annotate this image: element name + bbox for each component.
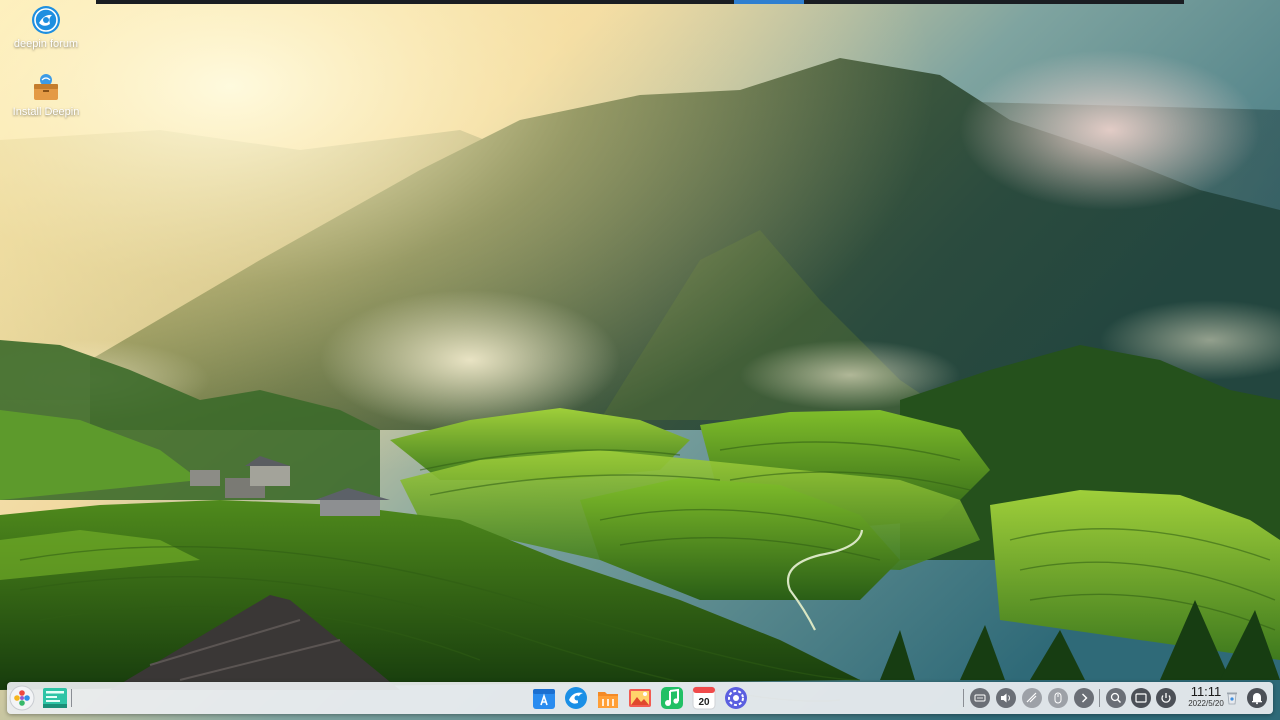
multitasking-view-button[interactable] <box>42 685 68 711</box>
network-icon <box>1022 688 1042 708</box>
deepin-forum-icon <box>32 6 60 34</box>
browser-icon <box>565 687 587 709</box>
tray-keyboard[interactable] <box>970 688 990 708</box>
file-manager-icon <box>598 692 618 708</box>
dock-control-center[interactable] <box>723 685 749 711</box>
expand-tray-icon <box>1074 688 1094 708</box>
tray-expand[interactable] <box>1074 688 1094 708</box>
app-store-icon <box>533 689 555 709</box>
dock-separator <box>1099 689 1100 707</box>
dock-separator <box>71 689 72 707</box>
launcher-button[interactable] <box>9 685 35 711</box>
tray-trash[interactable] <box>1222 688 1242 708</box>
dock-app-store[interactable] <box>531 685 557 711</box>
dock-browser[interactable] <box>563 685 589 711</box>
tray-mouse[interactable] <box>1048 688 1068 708</box>
volume-icon <box>996 688 1016 708</box>
desktop: deepin forum Install Deepin 20 11:11 202… <box>0 0 1280 720</box>
tray-power[interactable] <box>1156 688 1176 708</box>
tray-search[interactable] <box>1106 688 1126 708</box>
notification-icon <box>1247 688 1267 708</box>
dock: 20 11:11 2022/5/20 <box>7 682 1273 714</box>
tray-notifications[interactable] <box>1247 688 1267 708</box>
desktop-wallpaper <box>0 0 1280 720</box>
music-icon <box>661 687 683 709</box>
show-desktop-icon <box>1131 688 1151 708</box>
top-panel-active-indicator <box>734 0 804 4</box>
calendar-day: 20 <box>698 697 710 708</box>
tray-network[interactable] <box>1022 688 1042 708</box>
keyboard-icon <box>970 688 990 708</box>
tray-show-desktop[interactable] <box>1131 688 1151 708</box>
tray-volume[interactable] <box>996 688 1016 708</box>
mouse-icon <box>1048 688 1068 708</box>
dock-file-manager[interactable] <box>595 685 621 711</box>
top-panel-strip <box>96 0 1184 4</box>
desktop-icon-label: deepin forum <box>13 38 79 50</box>
search-icon <box>1106 688 1126 708</box>
image-viewer-icon <box>629 689 651 707</box>
desktop-icon-label: Install Deepin <box>12 106 80 118</box>
calendar-icon: 20 <box>692 686 716 710</box>
install-deepin-icon <box>34 74 58 100</box>
dock-music[interactable] <box>659 685 685 711</box>
desktop-icon-install-deepin[interactable]: Install Deepin <box>6 72 86 118</box>
power-icon <box>1156 688 1176 708</box>
dock-image-viewer[interactable] <box>627 685 653 711</box>
control-center-icon <box>725 687 747 709</box>
launcher-icon <box>9 685 35 711</box>
multitasking-view-icon <box>43 688 67 708</box>
desktop-icon-deepin-forum[interactable]: deepin forum <box>6 4 86 50</box>
dock-separator <box>963 689 964 707</box>
dock-calendar[interactable]: 20 <box>691 685 717 711</box>
trash-icon <box>1227 692 1237 705</box>
